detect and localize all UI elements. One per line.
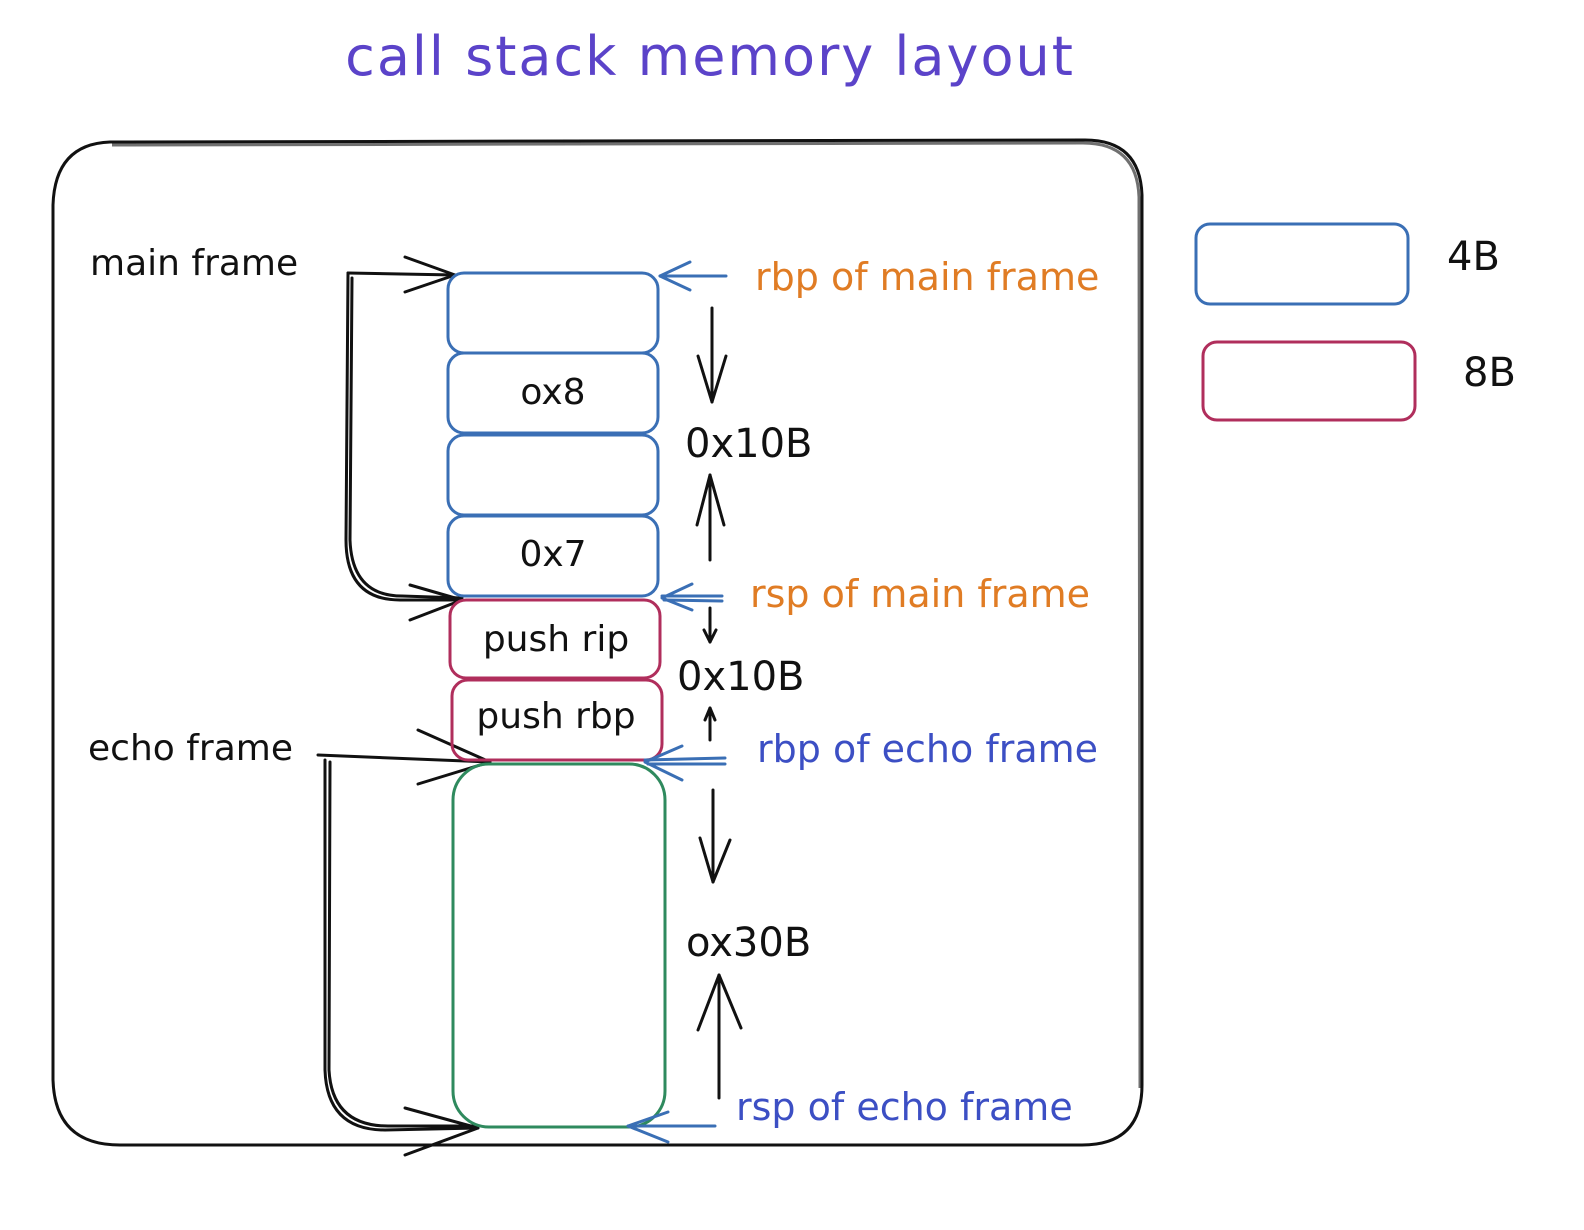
rsp-main-label: rsp of main frame [750, 572, 1090, 616]
main-frame-label: main frame [90, 243, 298, 284]
arrow-up-icon [703, 706, 717, 742]
rbp-main-arrow-icon [658, 260, 728, 292]
arrow-up-icon [695, 473, 726, 562]
arrow-down-icon [702, 606, 718, 644]
diagram-title: call stack memory layout [345, 25, 1075, 88]
stack-cell: 0x7 [446, 514, 660, 598]
stack-cell-echo-locals [451, 762, 667, 1129]
legend-label: 4B [1447, 234, 1500, 280]
stack-cell-label: 0x7 [519, 534, 586, 575]
rsp-main-arrow-icon [660, 582, 724, 612]
echo-frame-size-label: ox30B [686, 920, 811, 966]
legend-item-4b: 4B [1194, 222, 1500, 306]
stack-cell [446, 271, 660, 355]
rbp-main-label: rbp of main frame [755, 255, 1099, 299]
stack-cell-label: ox8 [520, 372, 585, 413]
legend-item-8b: 8B [1201, 340, 1516, 422]
stack-cell-label: push rbp [476, 696, 635, 737]
call-stack-diagram: call stack memory layout main frame echo… [51, 25, 1516, 1157]
stack: ox8 0x7 push rip push rbp [446, 271, 667, 1129]
stack-cell: push rbp [450, 678, 664, 762]
stack-cell: ox8 [446, 351, 660, 435]
arrow-down-icon [698, 788, 732, 884]
echo-frame-label: echo frame [88, 728, 293, 769]
rbp-echo-label: rbp of echo frame [757, 727, 1098, 771]
echo-frame-bracket [316, 728, 492, 1157]
legend-label: 8B [1463, 350, 1516, 396]
main-frame-bracket [344, 255, 464, 622]
arrow-down-icon [696, 306, 728, 404]
legend: 4B 8B [1194, 222, 1516, 422]
stack-cell: push rip [448, 598, 662, 680]
stack-cell [446, 433, 660, 517]
stack-cell-label: push rip [483, 619, 629, 660]
rbp-echo-arrow-icon [643, 744, 727, 782]
call-overhead-size-label: 0x10B [677, 654, 804, 700]
rsp-echo-arrow-icon [626, 1110, 717, 1144]
main-frame-size-label: 0x10B [685, 421, 812, 467]
rsp-echo-label: rsp of echo frame [736, 1085, 1073, 1129]
arrow-up-icon [696, 973, 743, 1100]
